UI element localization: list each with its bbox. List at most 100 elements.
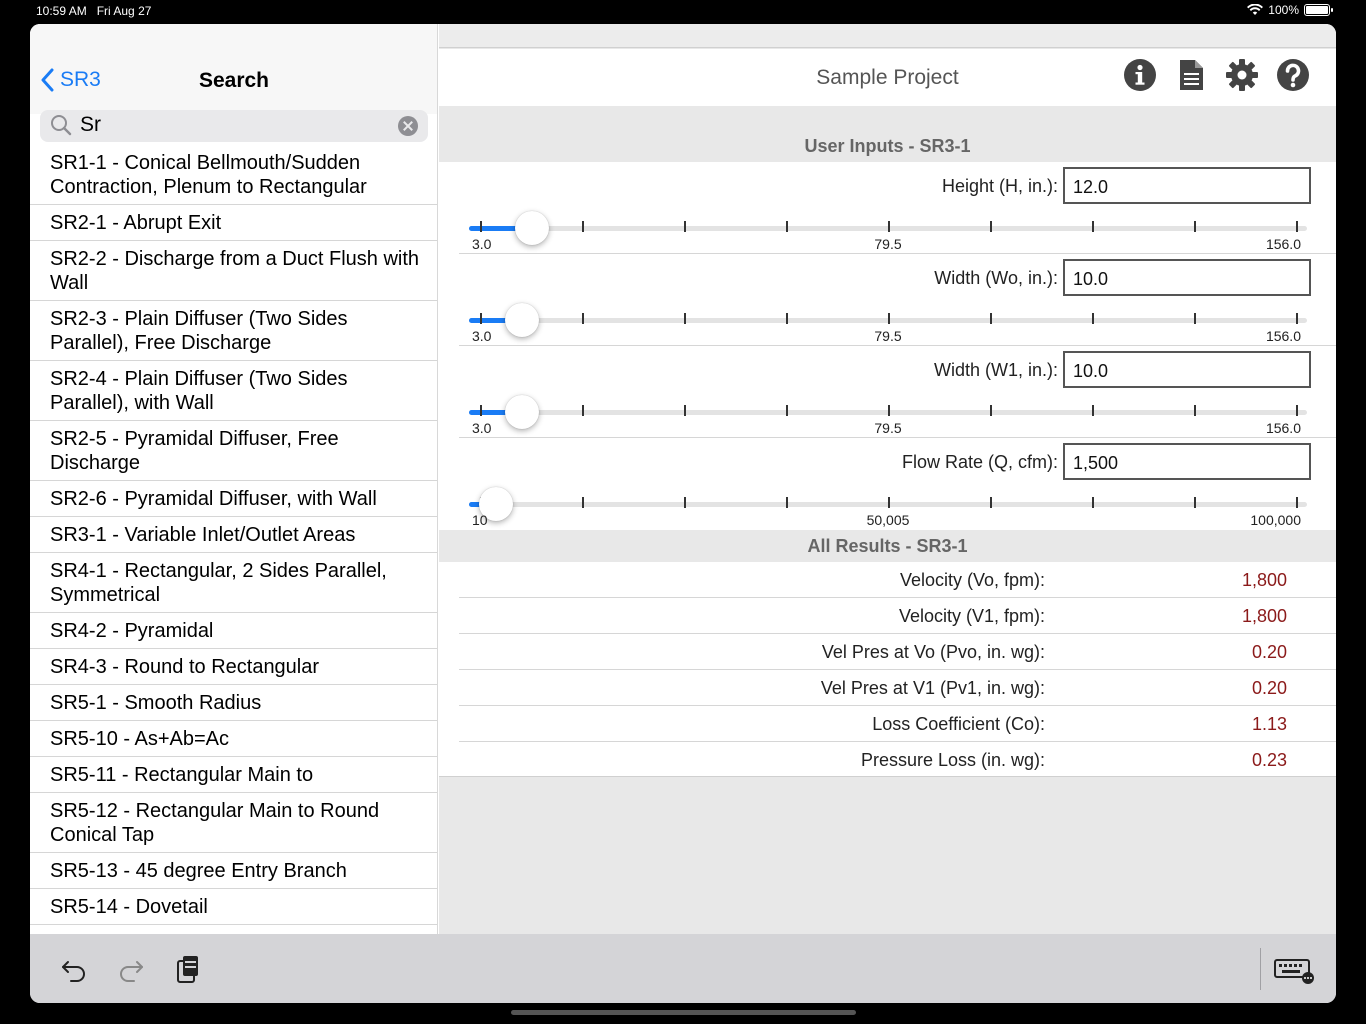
- list-item[interactable]: SR4-1 - Rectangular, 2 Sides Parallel, S…: [30, 553, 437, 613]
- result-row: Pressure Loss (in. wg): 0.23: [459, 742, 1336, 778]
- input-field[interactable]: 10.0: [1063, 351, 1311, 388]
- list-item[interactable]: SR2-5 - Pyramidal Diffuser, Free Dischar…: [30, 421, 437, 481]
- slider-min-label: 3.0: [472, 236, 492, 252]
- undo-icon[interactable]: [59, 954, 89, 984]
- redo-icon[interactable]: [116, 954, 146, 984]
- result-label: Vel Pres at Vo (Pvo, in. wg):: [821, 642, 1045, 662]
- result-value: 1.13: [1251, 714, 1287, 734]
- status-time: 10:59 AM Fri Aug 27: [36, 4, 152, 18]
- list-item[interactable]: SR2-1 - Abrupt Exit: [30, 205, 437, 241]
- list-item[interactable]: SR1-1 - Conical Bellmouth/Sudden Contrac…: [30, 145, 437, 205]
- input-label: Width (W1, in.):: [933, 360, 1058, 380]
- search-input[interactable]: Sr: [80, 113, 101, 137]
- slider-tick: [582, 221, 584, 232]
- info-icon[interactable]: [1123, 58, 1157, 92]
- slider-thumb[interactable]: [505, 303, 539, 337]
- list-item[interactable]: SR2-6 - Pyramidal Diffuser, with Wall: [30, 481, 437, 517]
- main-navbar: Sample Project: [439, 49, 1336, 106]
- clear-search-icon[interactable]: [398, 116, 418, 136]
- paste-icon[interactable]: [173, 954, 203, 984]
- list-item[interactable]: SR5-11 - Rectangular Main to: [30, 757, 437, 793]
- search-results-list: SR1-1 - Conical Bellmouth/Sudden Contrac…: [30, 145, 437, 925]
- battery-percent: 100%: [1268, 3, 1299, 17]
- wifi-icon: [1247, 4, 1264, 15]
- keyboard-icon[interactable]: [1274, 954, 1316, 984]
- list-item[interactable]: SR5-14 - Dovetail: [30, 889, 437, 925]
- battery-icon: [1304, 4, 1333, 16]
- slider-tick: [582, 405, 584, 416]
- result-value: 0.20: [1251, 642, 1287, 662]
- input-field[interactable]: 12.0: [1063, 167, 1311, 204]
- slider-mid-label: 79.5: [874, 236, 902, 252]
- input-field[interactable]: 1,500: [1063, 443, 1311, 480]
- input-field[interactable]: 10.0: [1063, 259, 1311, 296]
- slider-tick: [888, 497, 890, 508]
- slider-tick: [1092, 313, 1094, 324]
- slider-tick: [1296, 497, 1298, 508]
- slider-tick: [786, 405, 788, 416]
- slider-tick: [480, 313, 482, 324]
- result-label: Velocity (Vo, fpm):: [899, 570, 1045, 590]
- results-header: All Results - SR3-1: [807, 536, 968, 556]
- list-item[interactable]: SR5-12 - Rectangular Main to Round Conic…: [30, 793, 437, 853]
- result-label: Velocity (V1, fpm):: [898, 606, 1045, 626]
- result-value: 0.20: [1251, 678, 1287, 698]
- slider-thumb[interactable]: [515, 211, 549, 245]
- result-row: Vel Pres at V1 (Pv1, in. wg): 0.20: [459, 670, 1336, 706]
- list-item[interactable]: SR5-10 - As+Ab=Ac: [30, 721, 437, 757]
- input-label: Width (Wo, in.):: [934, 268, 1058, 288]
- slider-max-label: 156.0: [1265, 236, 1301, 252]
- list-item[interactable]: SR5-1 - Smooth Radius: [30, 685, 437, 721]
- results-panel: Velocity (Vo, fpm): 1,800 Velocity (V1, fp…: [439, 562, 1336, 777]
- slider-tick: [990, 405, 992, 416]
- slider-max-label: 156.0: [1265, 328, 1301, 344]
- result-value: 1,800: [1241, 570, 1287, 590]
- search-icon: [51, 115, 72, 136]
- search-field[interactable]: Sr: [40, 110, 428, 142]
- sidebar-title: Search: [198, 69, 270, 92]
- help-icon[interactable]: [1276, 58, 1310, 92]
- list-item[interactable]: SR2-3 - Plain Diffuser (Two Sides Parall…: [30, 301, 437, 361]
- list-item[interactable]: SR4-2 - Pyramidal: [30, 613, 437, 649]
- sidebar: SR3 Search Sr SR1-1 - Conical Bellmouth/…: [30, 24, 438, 934]
- slider-tick: [582, 313, 584, 324]
- list-item[interactable]: SR2-4 - Plain Diffuser (Two Sides Parall…: [30, 361, 437, 421]
- slider-thumb[interactable]: [505, 395, 539, 429]
- inputs-header: User Inputs - SR3-1: [804, 136, 971, 156]
- slider-tick: [1092, 221, 1094, 232]
- list-item[interactable]: SR4-3 - Round to Rectangular: [30, 649, 437, 685]
- result-value: 0.23: [1251, 750, 1287, 770]
- slider-fill: [469, 226, 518, 231]
- input-row: Flow Rate (Q, cfm): 1,500 10 50,005 100,000: [459, 438, 1336, 530]
- home-indicator[interactable]: [511, 1010, 856, 1015]
- slider-mid-label: 50,005: [866, 512, 910, 528]
- slider-tick: [888, 405, 890, 416]
- slider-tick: [1296, 405, 1298, 416]
- result-label: Vel Pres at V1 (Pv1, in. wg):: [820, 678, 1045, 698]
- gear-icon[interactable]: [1225, 58, 1259, 92]
- list-item[interactable]: SR3-1 - Variable Inlet/Outlet Areas: [30, 517, 437, 553]
- value-slider[interactable]: 3.0 79.5 156.0: [469, 303, 1307, 344]
- result-value: 1,800: [1241, 606, 1287, 626]
- slider-min-label: 10: [472, 512, 488, 528]
- slider-tick: [1296, 313, 1298, 324]
- slider-tick: [1092, 405, 1094, 416]
- input-row: Width (Wo, in.): 10.0 3.0 79.5 156.0: [459, 254, 1336, 346]
- document-icon[interactable]: [1174, 58, 1208, 92]
- value-slider[interactable]: 3.0 79.5 156.0: [469, 395, 1307, 436]
- user-inputs-panel: Height (H, in.): 12.0 3.0 79.5 156.0 Width (W…: [439, 162, 1336, 530]
- list-item[interactable]: SR5-13 - 45 degree Entry Branch: [30, 853, 437, 889]
- slider-max-label: 156.0: [1265, 420, 1301, 436]
- input-label: Height (H, in.):: [941, 176, 1058, 196]
- slider-tick: [990, 221, 992, 232]
- slider-tick: [684, 405, 686, 416]
- input-row: Width (W1, in.): 10.0 3.0 79.5 156.0: [459, 346, 1336, 438]
- list-item[interactable]: SR2-2 - Discharge from a Duct Flush with…: [30, 241, 437, 301]
- value-slider[interactable]: 3.0 79.5 156.0: [469, 211, 1307, 252]
- slider-tick: [786, 221, 788, 232]
- top-strip: [439, 24, 1336, 48]
- value-slider[interactable]: 10 50,005 100,000: [469, 487, 1307, 528]
- app-window: SR3 Search Sr SR1-1 - Conical Bellmouth/…: [30, 24, 1336, 1003]
- slider-max-label: 100,000: [1250, 512, 1301, 528]
- slider-tick: [990, 313, 992, 324]
